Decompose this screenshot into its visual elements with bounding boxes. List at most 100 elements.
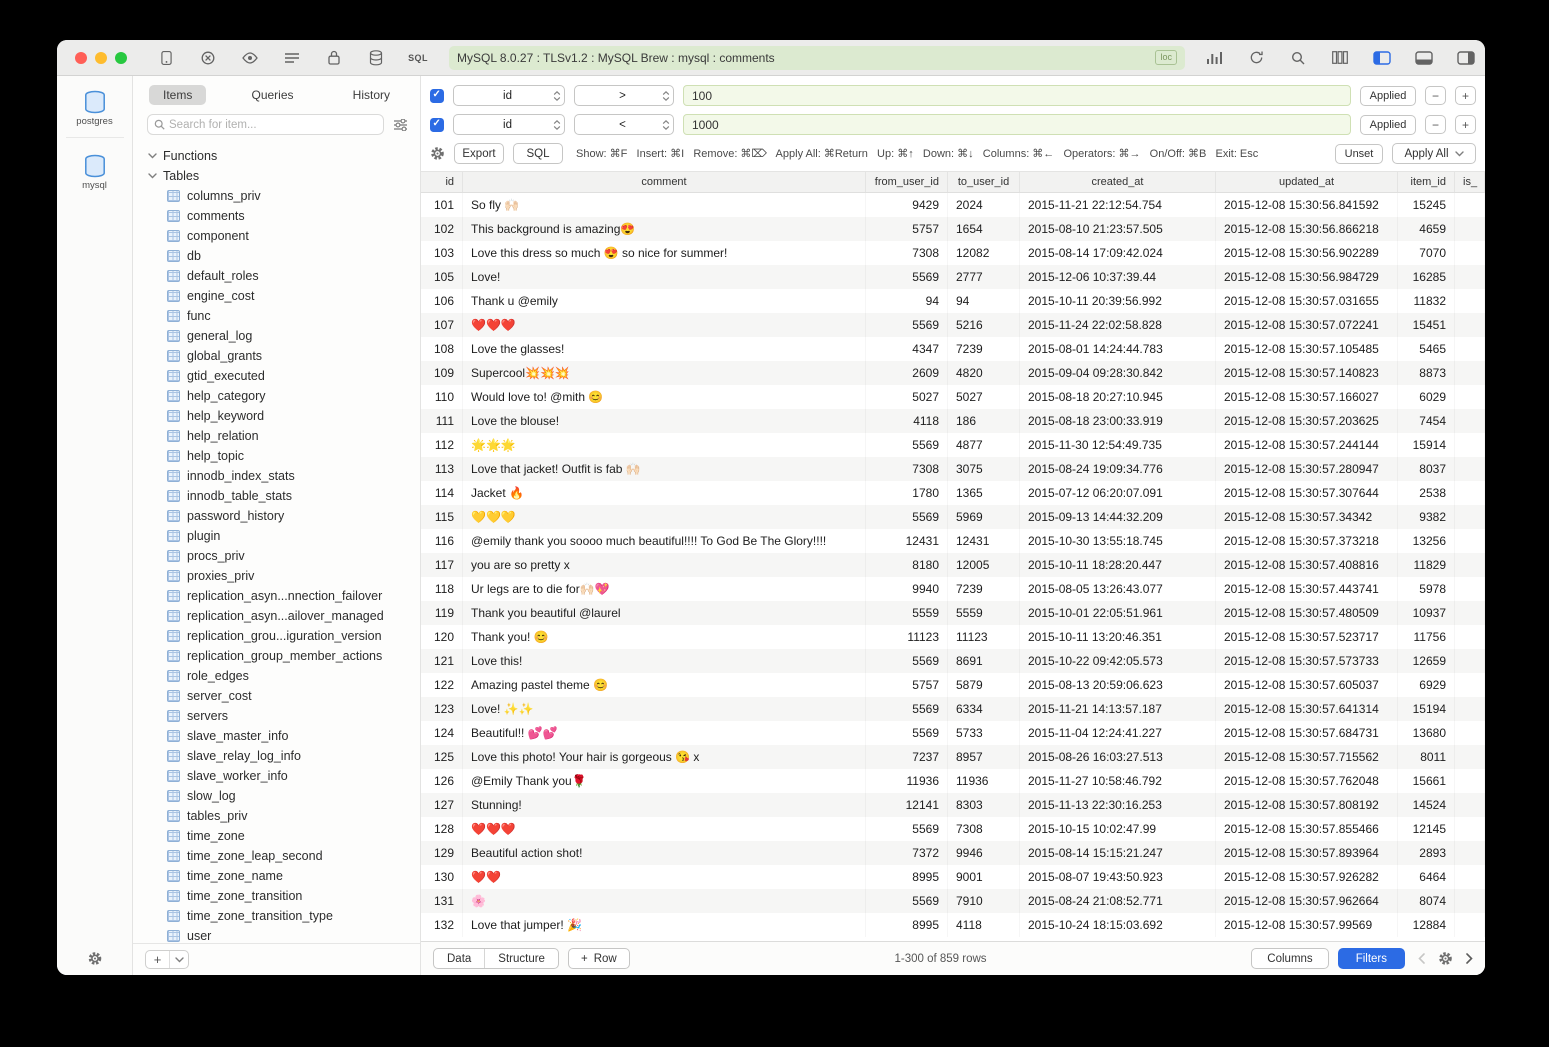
- cell-comment[interactable]: 🌟🌟🌟: [463, 433, 866, 457]
- filter-column-select[interactable]: id: [453, 114, 565, 135]
- filter-sliders-icon[interactable]: [393, 119, 408, 131]
- minimize-window-button[interactable]: [95, 52, 107, 64]
- cell-is_[interactable]: [1455, 553, 1485, 577]
- cell-to_user_id[interactable]: 5216: [948, 313, 1020, 337]
- cell-updated_at[interactable]: 2015-12-08 15:30:57.962664: [1216, 889, 1398, 913]
- tab-items[interactable]: Items: [149, 85, 206, 105]
- sidebar-table-servers[interactable]: servers: [133, 706, 420, 726]
- sidebar-table-slave_relay_log_info[interactable]: slave_relay_log_info: [133, 746, 420, 766]
- cell-item_id[interactable]: 12884: [1398, 913, 1455, 937]
- sidebar-table-columns_priv[interactable]: columns_priv: [133, 186, 420, 206]
- cell-comment[interactable]: This background is amazing😍: [463, 217, 866, 241]
- tab-structure[interactable]: Structure: [484, 949, 558, 968]
- cell-comment[interactable]: Love the glasses!: [463, 337, 866, 361]
- cell-is_[interactable]: [1455, 265, 1485, 289]
- refresh-icon[interactable]: [1247, 48, 1265, 68]
- cell-is_[interactable]: [1455, 505, 1485, 529]
- export-button[interactable]: Export: [454, 143, 504, 164]
- cell-to_user_id[interactable]: 12431: [948, 529, 1020, 553]
- cell-id[interactable]: 112: [421, 433, 463, 457]
- cell-to_user_id[interactable]: 8957: [948, 745, 1020, 769]
- chart-icon[interactable]: [1205, 48, 1223, 68]
- cell-item_id[interactable]: 14524: [1398, 793, 1455, 817]
- cell-is_[interactable]: [1455, 313, 1485, 337]
- cell-item_id[interactable]: 15194: [1398, 697, 1455, 721]
- sidebar-table-db[interactable]: db: [133, 246, 420, 266]
- tab-history[interactable]: History: [339, 85, 404, 105]
- table-row[interactable]: 115💛💛💛556959692015-09-13 14:44:32.209201…: [421, 505, 1485, 529]
- cell-to_user_id[interactable]: 7308: [948, 817, 1020, 841]
- column-header-updated_at[interactable]: updated_at: [1216, 172, 1398, 192]
- table-row[interactable]: 106Thank u @emily94942015-10-11 20:39:56…: [421, 289, 1485, 313]
- cell-is_[interactable]: [1455, 673, 1485, 697]
- filter-operator-select[interactable]: <: [574, 114, 674, 135]
- cell-comment[interactable]: Love this photo! Your hair is gorgeous 😘…: [463, 745, 866, 769]
- cell-item_id[interactable]: 7454: [1398, 409, 1455, 433]
- cell-to_user_id[interactable]: 11936: [948, 769, 1020, 793]
- cell-created_at[interactable]: 2015-08-18 23:00:33.919: [1020, 409, 1216, 433]
- table-row[interactable]: 107❤️❤️❤️556952162015-11-24 22:02:58.828…: [421, 313, 1485, 337]
- sidebar-table-innodb_index_stats[interactable]: innodb_index_stats: [133, 466, 420, 486]
- cell-to_user_id[interactable]: 2024: [948, 193, 1020, 217]
- filter-column-select[interactable]: id: [453, 85, 565, 106]
- cell-created_at[interactable]: 2015-08-26 16:03:27.513: [1020, 745, 1216, 769]
- table-row[interactable]: 120Thank you! 😊11123111232015-10-11 13:2…: [421, 625, 1485, 649]
- sidebar-table-time_zone_transition_type[interactable]: time_zone_transition_type: [133, 906, 420, 926]
- cell-created_at[interactable]: 2015-10-01 22:05:51.961: [1020, 601, 1216, 625]
- cell-created_at[interactable]: 2015-10-11 13:20:46.351: [1020, 625, 1216, 649]
- cell-item_id[interactable]: 5978: [1398, 577, 1455, 601]
- sidebar-table-time_zone_leap_second[interactable]: time_zone_leap_second: [133, 846, 420, 866]
- cell-is_[interactable]: [1455, 841, 1485, 865]
- table-row[interactable]: 114Jacket 🔥178013652015-07-12 06:20:07.0…: [421, 481, 1485, 505]
- cell-comment[interactable]: Thank you! 😊: [463, 625, 866, 649]
- table-row[interactable]: 109Supercool💥💥💥260948202015-09-04 09:28:…: [421, 361, 1485, 385]
- cell-comment[interactable]: Love! ✨✨: [463, 697, 866, 721]
- table-row[interactable]: 112🌟🌟🌟556948772015-11-30 12:54:49.735201…: [421, 433, 1485, 457]
- table-settings-gear-icon[interactable]: [1438, 951, 1453, 966]
- cell-comment[interactable]: Love!: [463, 265, 866, 289]
- cell-from_user_id[interactable]: 5757: [866, 673, 948, 697]
- cell-comment[interactable]: Amazing pastel theme 😊: [463, 673, 866, 697]
- cell-id[interactable]: 131: [421, 889, 463, 913]
- cell-from_user_id[interactable]: 8995: [866, 865, 948, 889]
- cell-created_at[interactable]: 2015-08-24 19:09:34.776: [1020, 457, 1216, 481]
- cell-is_[interactable]: [1455, 337, 1485, 361]
- cell-from_user_id[interactable]: 7308: [866, 457, 948, 481]
- column-header-to_user_id[interactable]: to_user_id: [948, 172, 1020, 192]
- cell-from_user_id[interactable]: 9429: [866, 193, 948, 217]
- cell-created_at[interactable]: 2015-11-13 22:30:16.253: [1020, 793, 1216, 817]
- cell-item_id[interactable]: 5465: [1398, 337, 1455, 361]
- cell-id[interactable]: 126: [421, 769, 463, 793]
- cell-id[interactable]: 125: [421, 745, 463, 769]
- sidebar-table-help_relation[interactable]: help_relation: [133, 426, 420, 446]
- cell-from_user_id[interactable]: 5559: [866, 601, 948, 625]
- cell-item_id[interactable]: 2538: [1398, 481, 1455, 505]
- cell-is_[interactable]: [1455, 385, 1485, 409]
- cell-created_at[interactable]: 2015-10-11 18:28:20.447: [1020, 553, 1216, 577]
- sidebar-search[interactable]: [147, 114, 384, 135]
- sql-editor-icon[interactable]: SQL: [409, 48, 427, 68]
- cell-comment[interactable]: ❤️❤️❤️: [463, 817, 866, 841]
- connection-mysql[interactable]: mysql: [66, 154, 124, 191]
- cell-comment[interactable]: Ur legs are to die for🙌🏻💖: [463, 577, 866, 601]
- cell-item_id[interactable]: 8873: [1398, 361, 1455, 385]
- table-row[interactable]: 102This background is amazing😍5757165420…: [421, 217, 1485, 241]
- cell-comment[interactable]: Thank you beautiful @laurel: [463, 601, 866, 625]
- cell-to_user_id[interactable]: 7239: [948, 577, 1020, 601]
- table-row[interactable]: 116@emily thank you soooo much beautiful…: [421, 529, 1485, 553]
- cell-id[interactable]: 118: [421, 577, 463, 601]
- sidebar-table-help_topic[interactable]: help_topic: [133, 446, 420, 466]
- connection-postgres[interactable]: postgres: [66, 90, 124, 127]
- table-row[interactable]: 103Love this dress so much 😍 so nice for…: [421, 241, 1485, 265]
- cell-comment[interactable]: Stunning!: [463, 793, 866, 817]
- cell-from_user_id[interactable]: 12431: [866, 529, 948, 553]
- toggle-left-sidebar-icon[interactable]: [1373, 48, 1391, 68]
- cell-is_[interactable]: [1455, 577, 1485, 601]
- table-row[interactable]: 105Love!556927772015-12-06 10:37:39.4420…: [421, 265, 1485, 289]
- cell-item_id[interactable]: 10937: [1398, 601, 1455, 625]
- cell-is_[interactable]: [1455, 481, 1485, 505]
- cell-is_[interactable]: [1455, 289, 1485, 313]
- unset-button[interactable]: Unset: [1335, 144, 1383, 164]
- sidebar-table-slave_master_info[interactable]: slave_master_info: [133, 726, 420, 746]
- sidebar-table-default_roles[interactable]: default_roles: [133, 266, 420, 286]
